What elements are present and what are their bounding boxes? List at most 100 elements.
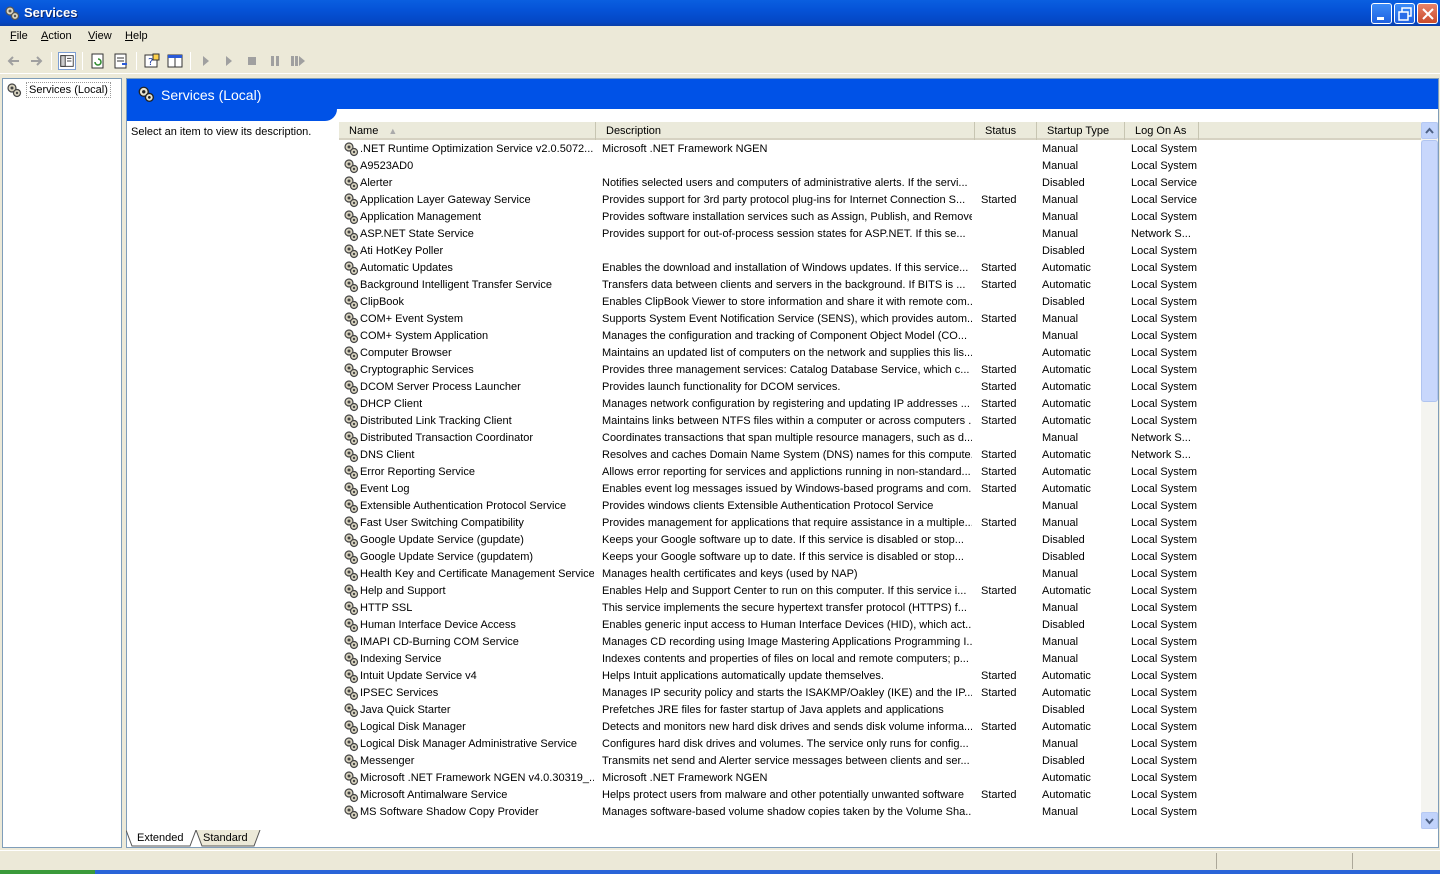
table-row[interactable]: A9523AD0 Manual Local System	[339, 158, 1421, 175]
table-row[interactable]: Distributed Link Tracking Client Maintain…	[339, 413, 1421, 430]
scroll-down-button[interactable]	[1421, 812, 1438, 829]
service-gear-icon	[343, 158, 359, 174]
table-row[interactable]: Health Key and Certificate Management Se…	[339, 566, 1421, 583]
service-log-on-as: Local Service	[1131, 177, 1198, 189]
start-icon[interactable]	[220, 52, 238, 70]
service-startup-type: Automatic	[1042, 398, 1091, 410]
menu-view[interactable]: View	[88, 30, 112, 42]
banner-curve	[127, 109, 1438, 121]
table-row[interactable]: Help and Support Enables Help and Support…	[339, 583, 1421, 600]
restore-button[interactable]	[1394, 3, 1415, 24]
service-startup-type: Manual	[1042, 806, 1079, 818]
table-row[interactable]: Microsoft .NET Framework NGEN v4.0.30319…	[339, 770, 1421, 787]
column-header-startup-type[interactable]: Startup Type	[1037, 122, 1125, 140]
show-hide-console-tree-icon[interactable]	[58, 52, 76, 70]
table-row[interactable]: DNS Client Resolves and caches Domain Nam…	[339, 447, 1421, 464]
table-row[interactable]: IPSEC Services Manages IP security policy…	[339, 685, 1421, 702]
table-row[interactable]: Automatic Updates Enables the download an…	[339, 260, 1421, 277]
table-row[interactable]: Error Reporting Service Allows error repo…	[339, 464, 1421, 481]
start-service-icon[interactable]	[197, 52, 215, 70]
table-row[interactable]: Logical Disk Manager Detects and monitors…	[339, 719, 1421, 736]
table-row[interactable]: Computer Browser Maintains an updated lis…	[339, 345, 1421, 362]
column-header-status[interactable]: Status	[975, 122, 1037, 140]
table-row[interactable]: Human Interface Device Access Enables gen…	[339, 617, 1421, 634]
table-row[interactable]: Extensible Authentication Protocol Servi…	[339, 498, 1421, 515]
refresh-icon[interactable]	[89, 52, 107, 70]
service-gear-icon	[343, 719, 359, 735]
tab-extended[interactable]: Extended	[137, 830, 183, 847]
service-gear-icon	[343, 770, 359, 786]
table-row[interactable]: Microsoft Antimalware Service Helps prote…	[339, 787, 1421, 804]
service-name: Alerter	[360, 177, 393, 189]
table-row[interactable]: Event Log Enables event log messages issu…	[339, 481, 1421, 498]
service-description: Notifies selected users and computers of…	[602, 177, 968, 189]
service-startup-type: Disabled	[1042, 534, 1085, 546]
minimize-button[interactable]	[1371, 3, 1392, 24]
table-row[interactable]: Application Layer Gateway Service Provide…	[339, 192, 1421, 209]
table-row[interactable]: Intuit Update Service v4 Helps Intuit app…	[339, 668, 1421, 685]
service-log-on-as: Local System	[1131, 704, 1198, 716]
restart-service-icon[interactable]	[289, 52, 307, 70]
service-gear-icon	[343, 192, 359, 208]
help-icon[interactable]: ?	[143, 52, 161, 70]
table-row[interactable]: Indexing Service Indexes contents and pro…	[339, 651, 1421, 668]
minimize-icon	[1377, 17, 1384, 20]
service-startup-type: Manual	[1042, 432, 1079, 444]
service-gear-icon	[343, 243, 359, 259]
service-name: Distributed Transaction Coordinator	[360, 432, 534, 444]
table-row[interactable]: Ati HotKey Poller Disabled Local System	[339, 243, 1421, 260]
table-row[interactable]: IMAPI CD-Burning COM Service Manages CD r…	[339, 634, 1421, 651]
stop-service-icon[interactable]	[243, 52, 261, 70]
table-row[interactable]: ClipBook Enables ClipBook Viewer to store…	[339, 294, 1421, 311]
menu-action[interactable]: Action	[41, 30, 72, 42]
column-header-description[interactable]: Description	[596, 122, 975, 140]
table-row[interactable]: COM+ Event System Supports System Event N…	[339, 311, 1421, 328]
table-row[interactable]: Application Management Provides software …	[339, 209, 1421, 226]
table-row[interactable]: Google Update Service (gupdatem) Keeps yo…	[339, 549, 1421, 566]
back-icon[interactable]	[5, 52, 23, 70]
column-header-name[interactable]: Name ▲	[339, 122, 596, 140]
service-gear-icon	[343, 549, 359, 565]
table-row[interactable]: Google Update Service (gupdate) Keeps you…	[339, 532, 1421, 549]
column-header-log-on-as[interactable]: Log On As	[1125, 122, 1199, 140]
table-row[interactable]: Logical Disk Manager Administrative Serv…	[339, 736, 1421, 753]
table-row[interactable]: DCOM Server Process Launcher Provides lau…	[339, 379, 1421, 396]
table-row[interactable]: DHCP Client Manages network configuration…	[339, 396, 1421, 413]
toolbar-separator	[51, 52, 52, 70]
table-row[interactable]: Background Intelligent Transfer Service T…	[339, 277, 1421, 294]
close-button[interactable]	[1417, 3, 1438, 24]
table-row[interactable]: Java Quick Starter Prefetches JRE files f…	[339, 702, 1421, 719]
table-row[interactable]: HTTP SSL This service implements the secu…	[339, 600, 1421, 617]
table-row[interactable]: COM+ System Application Manages the confi…	[339, 328, 1421, 345]
table-row[interactable]: Cryptographic Services Provides three man…	[339, 362, 1421, 379]
tab-standard[interactable]: Standard	[203, 830, 248, 847]
table-row[interactable]: Fast User Switching Compatibility Provide…	[339, 515, 1421, 532]
export-list-icon[interactable]	[112, 52, 130, 70]
tree-item-services-local[interactable]: Services (Local)	[6, 81, 111, 99]
menu-help[interactable]: Help	[125, 30, 148, 42]
vertical-scrollbar[interactable]	[1421, 122, 1438, 829]
service-startup-type: Automatic	[1042, 279, 1091, 291]
table-row[interactable]: MS Software Shadow Copy Provider Manages …	[339, 804, 1421, 821]
show-hide-action-pane-icon[interactable]	[166, 52, 184, 70]
table-row[interactable]: Alerter Notifies selected users and compu…	[339, 175, 1421, 192]
service-log-on-as: Local System	[1131, 415, 1198, 427]
scroll-up-button[interactable]	[1421, 122, 1438, 139]
service-description: Enables Help and Support Center to run o…	[602, 585, 967, 597]
table-row[interactable]: .NET Runtime Optimization Service v2.0.5…	[339, 141, 1421, 158]
table-row[interactable]: ASP.NET State Service Provides support fo…	[339, 226, 1421, 243]
service-name: COM+ System Application	[360, 330, 489, 342]
service-gear-icon	[343, 498, 359, 514]
table-row[interactable]: Messenger Transmits net send and Alerter …	[339, 753, 1421, 770]
forward-icon[interactable]	[27, 52, 45, 70]
scroll-thumb[interactable]	[1421, 140, 1438, 402]
menu-file[interactable]: File	[10, 30, 28, 42]
service-log-on-as: Local System	[1131, 330, 1198, 342]
service-log-on-as: Network S...	[1131, 449, 1191, 461]
service-log-on-as: Network S...	[1131, 228, 1191, 240]
toolbar-separator	[190, 52, 191, 70]
title-bar[interactable]: Services	[0, 0, 1440, 26]
service-name: Application Layer Gateway Service	[360, 194, 531, 206]
table-row[interactable]: Distributed Transaction Coordinator Coord…	[339, 430, 1421, 447]
pause-service-icon[interactable]	[266, 52, 284, 70]
